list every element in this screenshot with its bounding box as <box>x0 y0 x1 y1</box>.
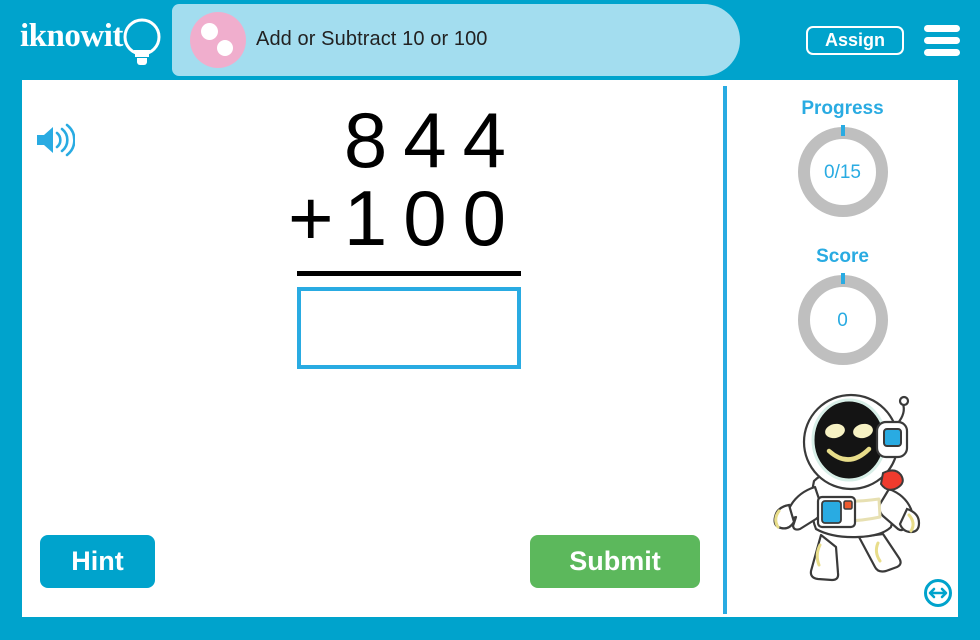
iknowit-logo[interactable]: iknowit <box>20 12 170 68</box>
dot-hole-upper <box>201 23 218 40</box>
resize-horizontal-icon[interactable] <box>923 578 953 608</box>
pink-circle-dots-icon <box>190 12 246 68</box>
content-panel: 844 + 100 Hint Submit Progress 0/15 Scor… <box>22 80 958 617</box>
math-problem: 844 + 100 <box>252 95 537 385</box>
lightbulb-icon <box>123 18 161 65</box>
addend-bottom: 100 <box>343 174 522 262</box>
hint-button[interactable]: Hint <box>40 535 155 588</box>
hamburger-menu-icon[interactable] <box>924 25 960 56</box>
app-window: iknowit Add or Subtract 10 or 100 Assign <box>0 0 980 640</box>
app-header: iknowit Add or Subtract 10 or 100 Assign <box>0 0 980 80</box>
score-value: 0 <box>837 310 848 331</box>
answer-input[interactable] <box>297 287 521 369</box>
menu-bar-1 <box>924 25 960 32</box>
menu-bar-2 <box>924 37 960 44</box>
progress-value: 0/15 <box>824 162 861 183</box>
astronaut-mascot <box>773 393 921 582</box>
score-label: Score <box>816 246 869 267</box>
speaker-icon[interactable] <box>35 123 75 157</box>
problem-rule-line <box>297 271 521 276</box>
stats-sidebar: Progress 0/15 Score 0 <box>727 80 958 617</box>
logo-wordmark: iknowit <box>20 18 123 54</box>
menu-bar-3 <box>924 49 960 56</box>
page-title: Add or Subtract 10 or 100 <box>256 28 488 50</box>
progress-label: Progress <box>801 98 884 119</box>
dot-hole-lower <box>217 40 233 56</box>
assign-button[interactable]: Assign <box>805 26 904 55</box>
addend-top: 844 <box>343 96 522 184</box>
submit-button[interactable]: Submit <box>530 535 700 588</box>
